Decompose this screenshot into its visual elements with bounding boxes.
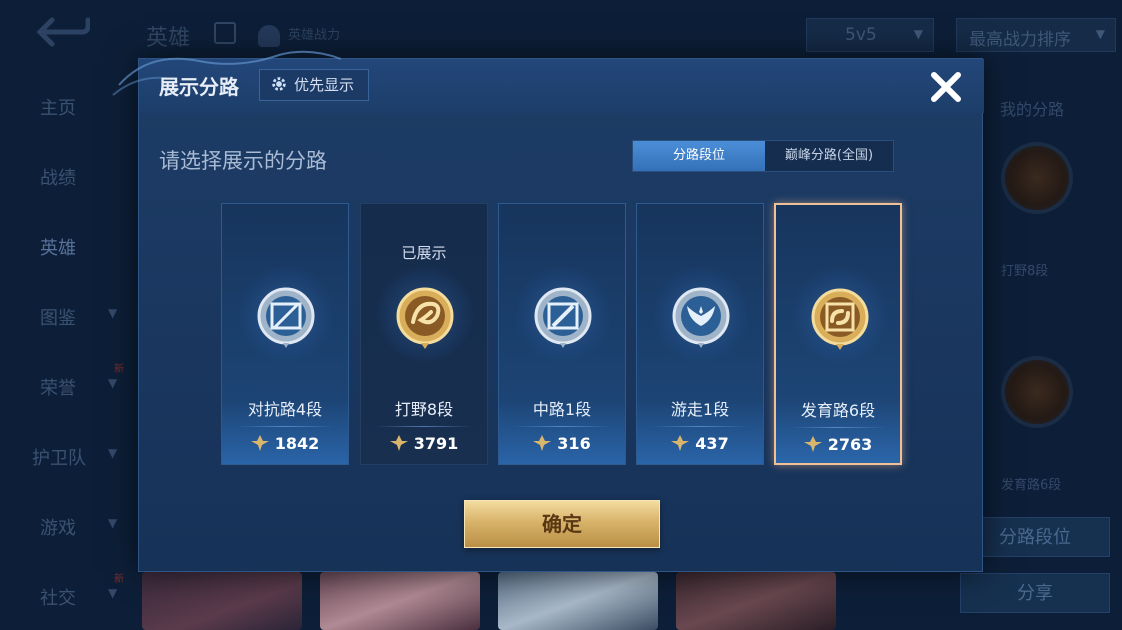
sidebar-item-label: 社交 [40,588,76,609]
hero-portraits-row [140,572,985,630]
sidebar-item-label: 图鉴 [40,308,76,329]
sidebar-item-label: 战绩 [40,168,76,189]
tab-lane-rank[interactable]: 分路段位 [633,141,765,171]
sidebar-item-home[interactable]: 主页 [40,94,76,120]
lane-score: 3791 [361,434,487,453]
helmet-icon [258,24,280,47]
back-arrow-icon[interactable] [34,16,90,48]
mode-select-value: 5v5 [845,25,877,45]
tab-peak-lane-national[interactable]: 巅峰分路(全国) [765,141,893,171]
lane-label: 发育路6段 [1001,478,1062,493]
new-badge: 新 [114,364,124,375]
confirm-button[interactable]: 确定 [464,500,660,548]
chevron-down-icon: ▼ [1095,27,1105,41]
lane-score: 2763 [776,435,900,454]
divider [236,426,334,427]
divider [375,426,473,427]
new-badge: 新 [114,574,124,585]
hero-portrait[interactable] [142,572,302,630]
hero-portrait[interactable] [676,572,836,630]
close-icon[interactable] [926,67,966,107]
sort-select[interactable]: 最高战力排序 ▼ [956,18,1116,52]
chevron-down-icon: ▼ [108,586,118,600]
book-icon[interactable] [214,22,236,44]
sidebar-item-label: 护卫队 [32,448,86,469]
sidebar-item-heroes[interactable]: 英雄 [40,234,76,260]
sidebar-item-guard[interactable]: 护卫队 ▼ [32,444,117,470]
lane-card-roam[interactable]: 游走1段 437 [636,203,764,465]
staff-emblem-icon [534,287,592,348]
sidebar-item-label: 荣誉 [40,378,76,399]
lane-name: 游走1段 [670,400,730,419]
my-lanes-panel: 我的分路 打野8段 发育路6段 分路段位 分享 [960,70,1122,630]
subtitle-label: 英雄战力 [288,28,341,43]
sidebar-item-label: 英雄 [40,238,76,259]
dialog-title: 展示分路 [159,75,239,99]
displayed-label: 已展示 [401,244,447,262]
gear-icon [272,77,286,91]
chevron-down-icon: ▼ [108,446,118,460]
chevron-down-icon: ▼ [108,376,118,390]
lane-score: 437 [637,434,763,453]
power-points-icon [250,435,269,451]
lane-cards: 对抗路4段 1842 已展示 打野8段 3791 中路1段 316 游走1段 4… [221,203,903,467]
divider [651,426,749,427]
dragon-emblem-icon [1005,146,1069,210]
lane-name: 中路1段 [532,400,592,419]
lane-score-value: 437 [695,434,729,453]
power-points-icon [803,436,822,452]
sidebar-item-social[interactable]: 社交 ▼ 新 [40,574,124,610]
power-points-icon [671,435,690,451]
lane-score: 316 [499,434,625,453]
sidebar-item-games[interactable]: 游戏 ▼ [40,514,117,540]
sidebar-item-codex[interactable]: 图鉴 ▼ [40,304,117,330]
bow-emblem-icon [811,288,869,350]
power-points-icon [533,435,552,451]
sidebar-item-label: 游戏 [40,518,76,539]
power-subtitle[interactable]: 英雄战力 [258,24,340,47]
chevron-down-icon: ▼ [913,27,923,41]
hero-portrait[interactable] [320,572,480,630]
select-lane-prompt: 请选择展示的分路 [159,149,327,173]
dialog-header: 展示分路 优先显示 [112,50,984,113]
lane-score-value: 2763 [827,435,873,454]
lane-card-farm[interactable]: 发育路6段 2763 [774,203,902,465]
chevron-down-icon: ▼ [108,516,118,530]
sidebar-item-records[interactable]: 战绩 [40,164,76,190]
lane-score-value: 316 [557,434,591,453]
wings-emblem-icon [672,287,730,348]
lane-name: 打野8段 [394,400,454,419]
bow-emblem-icon [1005,360,1069,424]
lane-tabs: 分路段位 巅峰分路(全国) [632,140,894,172]
lane-label: 打野8段 [1001,264,1049,279]
lane-score-value: 1842 [274,434,320,453]
sidebar: 主页 战绩 英雄 图鉴 ▼ 荣誉 ▼ 新 护卫队 ▼ 游戏 ▼ 社交 ▼ 新 [0,70,140,630]
dragon-emblem-icon [396,287,454,349]
lane-card-top[interactable]: 对抗路4段 1842 [221,203,349,465]
hero-portrait[interactable] [498,572,658,630]
chevron-down-icon: ▼ [108,306,118,320]
lane-score-value: 3791 [413,434,459,453]
my-lanes-heading: 我的分路 [1000,100,1065,119]
divider [513,426,611,427]
lane-name: 发育路6段 [800,401,876,420]
sword-emblem-icon [257,287,315,348]
priority-display-button[interactable]: 优先显示 [259,69,370,101]
lane-card-mid[interactable]: 中路1段 316 [498,203,626,465]
priority-display-label: 优先显示 [294,76,355,94]
lane-score: 1842 [222,434,348,453]
sidebar-item-honor[interactable]: 荣誉 ▼ 新 [40,364,124,400]
mode-select[interactable]: 5v5 ▼ [806,18,934,52]
lane-name: 对抗路4段 [247,400,323,419]
sort-select-value: 最高战力排序 [969,30,1071,50]
lane-card-jungle[interactable]: 已展示 打野8段 3791 [360,203,488,465]
display-lane-dialog: 展示分路 优先显示 请选择展示的分路 分路段位 巅峰分路(全国) 对抗路4段 1… [112,50,984,572]
divider [790,427,886,428]
sidebar-item-label: 主页 [40,98,76,119]
power-points-icon [389,435,408,451]
